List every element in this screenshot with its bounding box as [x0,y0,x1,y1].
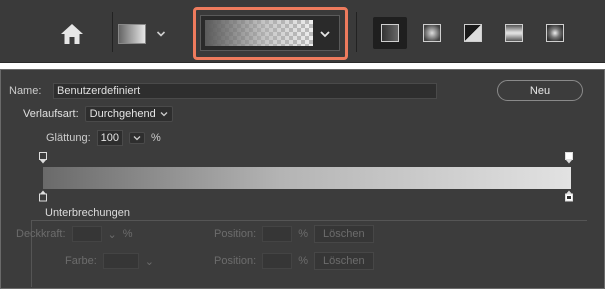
opacity-dropdown[interactable]: ⌄ [108,228,117,241]
linear-gradient-button[interactable] [373,17,407,49]
gradient-swatch-icon [118,24,146,44]
reflected-gradient-icon [505,24,523,42]
toolbar-divider [356,12,357,52]
gradient-type-value: Durchgehend [89,108,156,120]
chevron-down-icon [156,31,166,37]
opacity-position-field[interactable] [262,226,293,242]
name-label: Name: [9,85,42,97]
opacity-position-label: Position: [214,228,257,240]
gradient-type-dropdown[interactable]: Durchgehend [84,106,173,122]
gradient-editor-panel: Name: Benutzerdefiniert Neu Verlaufsart:… [0,69,605,289]
reflected-gradient-button[interactable] [497,17,531,49]
name-field[interactable]: Benutzerdefiniert [53,83,437,99]
opacity-stop-left[interactable] [39,152,47,164]
radial-gradient-icon [423,24,441,42]
color-label: Farbe: [65,255,97,267]
opacity-field[interactable] [71,226,102,242]
chevron-down-icon[interactable] [319,28,331,40]
opacity-position-unit: % [298,228,308,240]
home-icon [61,24,83,44]
gradient-preview [205,20,313,46]
smoothness-label: Glättung: [46,132,91,144]
diamond-gradient-icon [546,24,564,42]
toolbar-divider [112,12,113,52]
color-dropdown[interactable]: ⌄ [145,255,154,268]
delete-color-stop-button[interactable]: Löschen [313,252,374,270]
opacity-stop-right[interactable] [565,152,573,164]
color-position-field[interactable] [262,253,293,269]
angle-gradient-icon [464,24,482,42]
gradient-type-label: Verlaufsart: [23,108,79,120]
gradient-bar[interactable] [43,167,571,189]
chevron-down-icon [133,136,141,141]
options-bar [0,0,605,63]
color-stop-left[interactable] [39,190,47,202]
diamond-gradient-button[interactable] [538,17,572,49]
smoothness-unit: % [151,132,161,144]
gradient-preset-picker[interactable] [200,15,340,51]
new-button[interactable]: Neu [497,80,583,101]
chevron-down-icon [160,112,168,117]
color-position-label: Position: [214,255,257,267]
delete-opacity-stop-button[interactable]: Löschen [313,225,374,243]
home-button[interactable] [40,14,104,54]
color-swatch-field[interactable] [102,253,139,269]
gradient-swatch-button[interactable] [118,18,184,50]
smoothness-dropdown[interactable] [129,132,145,144]
radial-gradient-button[interactable] [415,17,449,49]
linear-gradient-icon [381,24,399,42]
angle-gradient-button[interactable] [456,17,490,49]
stops-header: Unterbrechungen [45,207,131,219]
opacity-unit: % [122,228,133,240]
smoothness-field[interactable]: 100 [96,130,123,146]
opacity-label: Deckkraft: [16,228,66,240]
color-stop-right[interactable] [565,190,573,202]
color-position-unit: % [298,255,308,267]
